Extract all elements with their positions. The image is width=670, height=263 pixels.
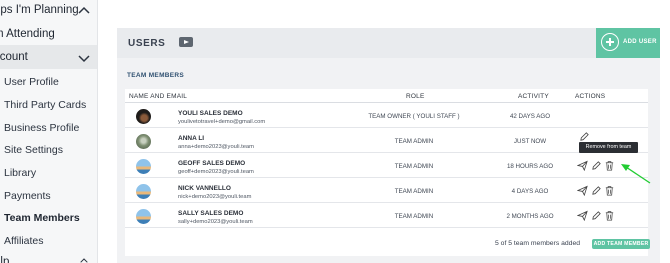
sidebar-item-label: ccount [0,51,28,63]
pencil-icon[interactable] [591,185,602,196]
team-members-title: TEAM MEMBERS [127,72,185,79]
sidebar-item-label: Site Settings [4,144,63,156]
member-name: GEOFF SALES DEMO [178,160,246,167]
avatar [136,134,151,149]
sidebar-item-label: elp [0,256,10,263]
trash-icon[interactable] [604,210,615,221]
column-header-actions: ACTIONS [575,93,606,100]
sidebar-item-label: Library [4,167,37,179]
team-members-table: NAME AND EMAIL ROLE ACTIVITY ACTIONS YOU… [125,89,648,256]
send-icon[interactable] [577,160,588,171]
row-actions [577,185,637,197]
sidebar-item-label: Affiliates [4,235,44,247]
sidebar-item-label: User Profile [4,76,59,88]
column-header-role: ROLE [406,93,425,100]
pencil-icon[interactable] [591,210,602,221]
member-activity: 42 DAYS AGO [509,113,551,120]
member-email: anna+demo2023@youli.team [178,143,254,150]
sidebar-item-label: Team Members [4,212,80,224]
add-team-member-button[interactable]: ADD TEAM MEMBER [592,239,650,249]
avatar [136,159,151,174]
avatar [136,109,151,124]
sidebar-item-label: Business Profile [4,122,80,134]
remove-from-team-tooltip: Remove from team [579,142,638,153]
member-email: nick+demo2023@youli.team [178,193,252,200]
trash-icon[interactable] [604,185,615,196]
chevron-up-icon[interactable] [80,257,88,263]
member-name: SALLY SALES DEMO [178,210,244,217]
member-email: youlivetotravel+demo@gmail.com [178,118,266,125]
member-email: geoff+demo2023@youli.team [178,168,254,175]
member-role: TEAM ADMIN [394,213,434,220]
sidebar-item-label: rips I'm Planning [0,4,79,16]
member-role: TEAM ADMIN [394,138,434,145]
table-row: SALLY SALES DEMO sally+demo2023@youli.te… [125,204,648,228]
avatar [136,184,151,199]
table-row: YOULI SALES DEMO youlivetotravel+demo@gm… [125,104,648,128]
video-play-icon[interactable] [179,37,193,47]
add-user-label: ADD USER [623,39,657,45]
chevron-up-icon[interactable] [78,5,90,17]
member-role: TEAM ADMIN [394,163,434,170]
users-title: USERS [128,38,166,49]
member-name: NICK VANNELLO [178,185,231,192]
member-name: ANNA LI [178,135,205,142]
send-icon[interactable] [577,185,588,196]
sidebar: rips I'm Planning m Attending ccount Use… [0,0,98,263]
table-row: ANNA LI anna+demo2023@youli.team TEAM AD… [125,129,648,153]
member-activity: JUST NOW [513,138,547,145]
member-activity: 2 MONTHS AGO [506,213,554,220]
member-activity: 4 DAYS AGO [511,188,549,195]
sidebar-item-label: m Attending [0,28,55,40]
column-header-activity: ACTIVITY [518,93,549,100]
add-user-button[interactable]: ADD USER [596,28,660,58]
row-actions [577,210,637,222]
sidebar-item-label: Third Party Cards [4,99,87,111]
member-email: sally+demo2023@youli.team [178,218,253,225]
table-row: NICK VANNELLO nick+demo2023@youli.team T… [125,179,648,203]
main-content: USERS ADD USER TEAM MEMBERS NAME AND EMA… [99,0,670,263]
member-role: TEAM OWNER ( YOULI STAFF ) [368,113,460,120]
sidebar-item-label: Payments [4,190,51,202]
column-header-name-email: NAME AND EMAIL [129,93,188,100]
table-row: GEOFF SALES DEMO geoff+demo2023@youli.te… [125,154,648,178]
member-role: TEAM ADMIN [394,188,434,195]
pencil-icon[interactable] [591,160,602,171]
users-panel-header: USERS ADD USER [117,28,660,58]
row-actions [577,160,637,172]
member-name: YOULI SALES DEMO [178,110,243,117]
member-count-text: 5 of 5 team members added [495,240,581,247]
avatar [136,209,151,224]
plus-circle-icon [601,33,619,51]
chevron-down-icon[interactable] [78,52,90,64]
trash-icon[interactable] [604,160,615,171]
table-header: NAME AND EMAIL ROLE ACTIVITY ACTIONS [125,89,648,103]
send-icon[interactable] [577,210,588,221]
member-activity: 18 HOURS AGO [506,163,554,170]
pencil-icon[interactable] [579,131,590,142]
